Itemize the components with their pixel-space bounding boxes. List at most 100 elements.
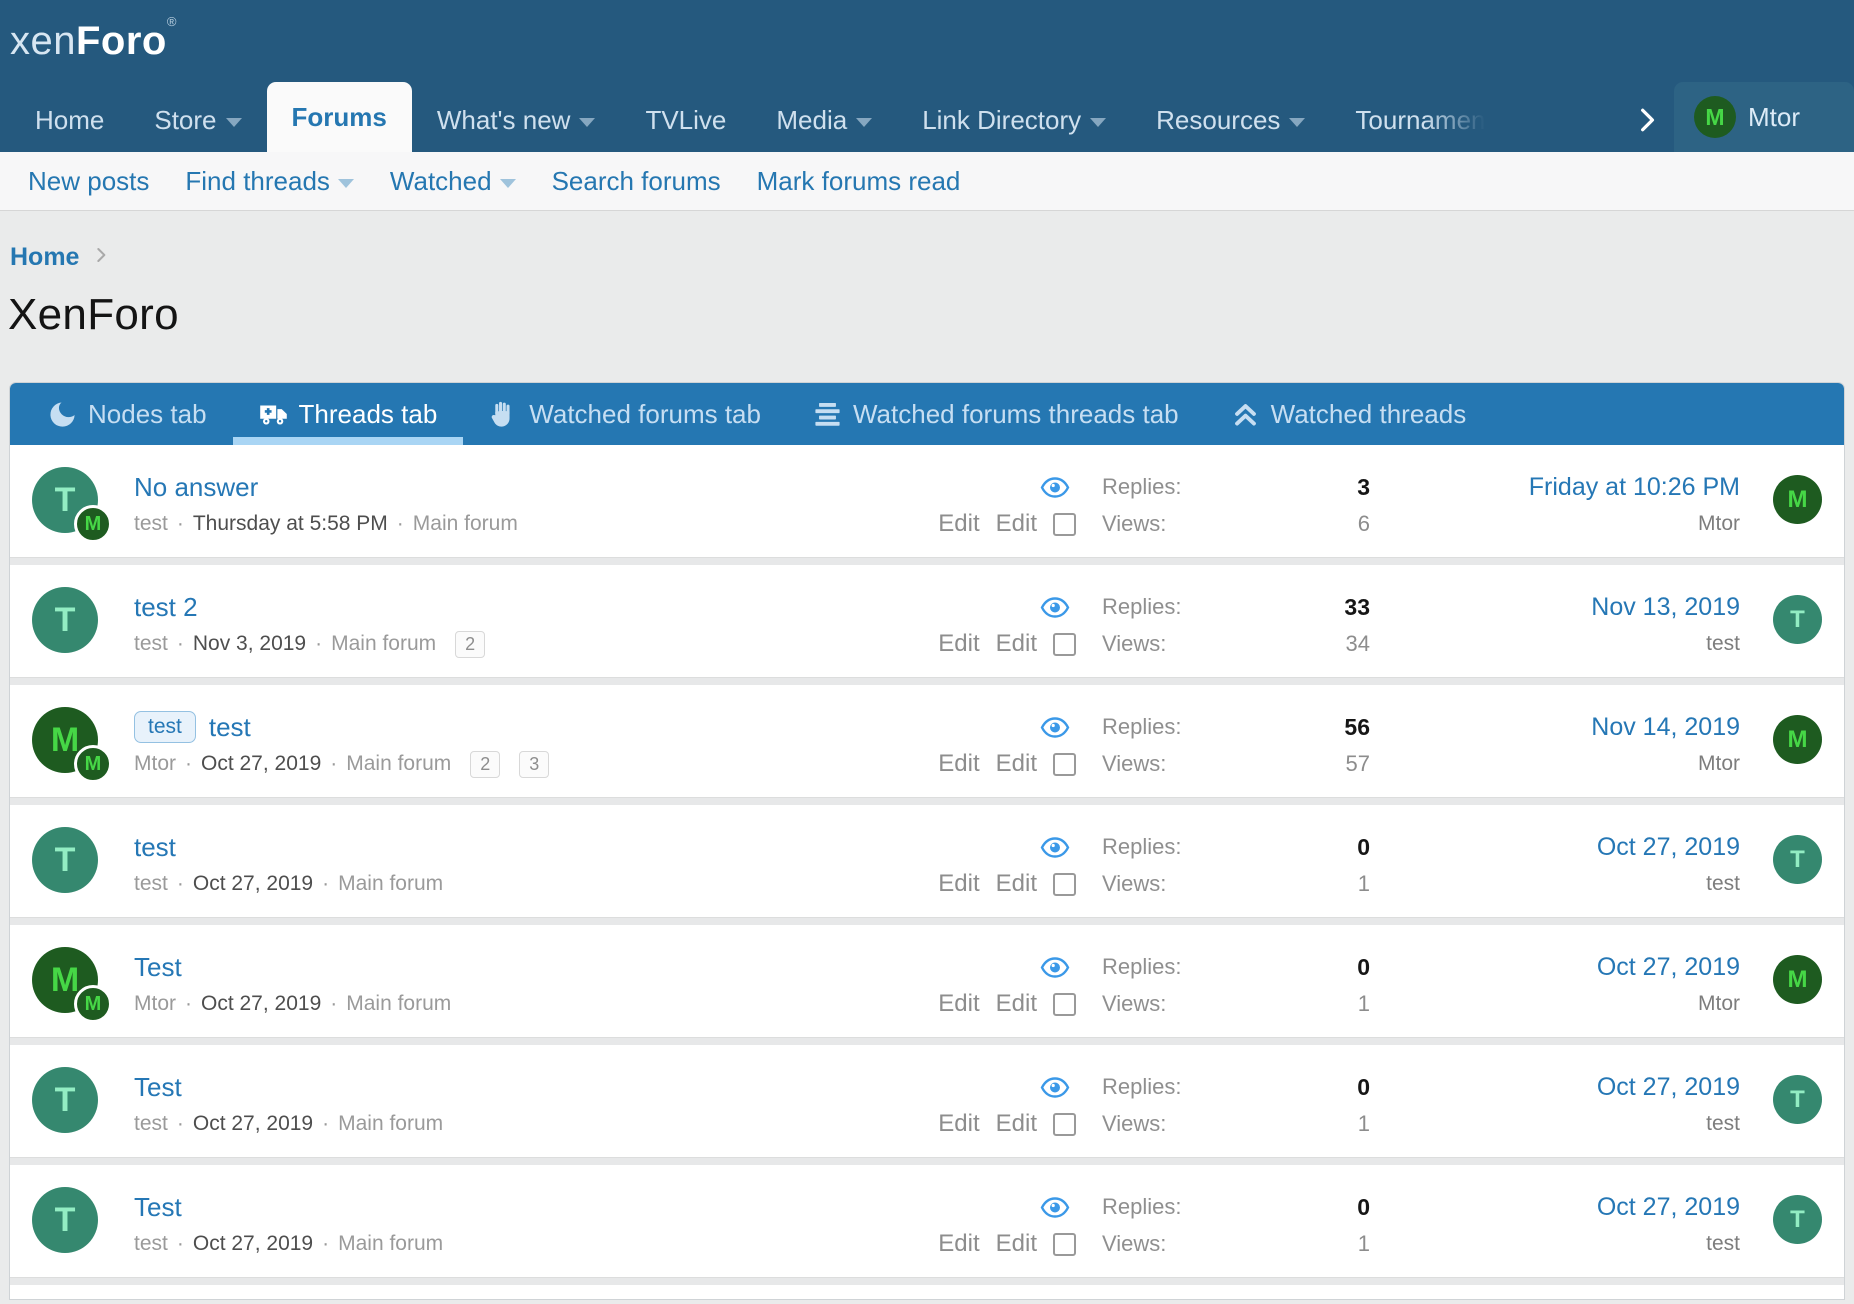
edit-link[interactable]: Edit <box>938 510 979 538</box>
subnav-item-search-forums[interactable]: Search forums <box>534 166 739 197</box>
breadcrumb-home-link[interactable]: Home <box>10 243 79 272</box>
thread-title-link[interactable]: Test <box>134 952 182 983</box>
page-number-badge[interactable]: 2 <box>455 631 485 658</box>
thread-select-checkbox[interactable] <box>1053 873 1076 896</box>
thread-select-checkbox[interactable] <box>1053 633 1076 656</box>
last-post-date-link[interactable]: Oct 27, 2019 <box>1597 1073 1740 1102</box>
last-poster-avatar[interactable]: M <box>1740 467 1822 541</box>
last-poster-avatar[interactable]: T <box>1740 1187 1822 1261</box>
thread-starter-avatar[interactable]: T <box>32 1067 134 1141</box>
thread-title-link[interactable]: test <box>209 712 251 743</box>
last-post-date-link[interactable]: Friday at 10:26 PM <box>1529 473 1740 502</box>
thread-date[interactable]: Oct 27, 2019 <box>193 872 313 896</box>
nav-item-media[interactable]: Media <box>751 88 897 152</box>
site-logo[interactable]: xenForo® <box>10 19 177 63</box>
last-post-date-link[interactable]: Nov 13, 2019 <box>1591 593 1740 622</box>
last-poster-avatar[interactable]: T <box>1740 587 1822 661</box>
last-poster-name[interactable]: Mtor <box>1698 992 1740 1016</box>
edit-link[interactable]: Edit <box>938 1230 979 1258</box>
tab-nodes-tab[interactable]: Nodes tab <box>22 383 233 445</box>
edit-link[interactable]: Edit <box>996 1230 1037 1258</box>
nav-item-tournamen[interactable]: Tournamen <box>1330 88 1485 152</box>
nav-item-tvlive[interactable]: TVLive <box>620 88 751 152</box>
edit-link[interactable]: Edit <box>938 750 979 778</box>
thread-title-link[interactable]: No answer <box>134 472 258 503</box>
nav-item-what-s-new[interactable]: What's new <box>412 88 621 152</box>
thread-prefix-badge[interactable]: test <box>134 711 196 743</box>
thread-author[interactable]: test <box>134 1112 168 1136</box>
thread-author[interactable]: test <box>134 1232 168 1256</box>
thread-title-link[interactable]: Test <box>134 1072 182 1103</box>
thread-starter-avatar[interactable]: T <box>32 827 134 901</box>
nav-item-resources[interactable]: Resources <box>1131 88 1330 152</box>
thread-starter-avatar[interactable]: MM <box>32 947 134 1021</box>
edit-link[interactable]: Edit <box>996 510 1037 538</box>
subnav-item-watched[interactable]: Watched <box>372 166 534 197</box>
thread-title-link[interactable]: test <box>134 832 176 863</box>
page-number-badge[interactable]: 2 <box>470 751 500 778</box>
last-post-date-link[interactable]: Oct 27, 2019 <box>1597 953 1740 982</box>
thread-author[interactable]: test <box>134 632 168 656</box>
thread-author[interactable]: test <box>134 512 168 536</box>
thread-date[interactable]: Thursday at 5:58 PM <box>193 512 388 536</box>
edit-link[interactable]: Edit <box>938 1110 979 1138</box>
thread-author[interactable]: Mtor <box>134 992 176 1016</box>
edit-link[interactable]: Edit <box>996 990 1037 1018</box>
thread-author[interactable]: Mtor <box>134 752 176 776</box>
tab-watched-forums-threads-tab[interactable]: Watched forums threads tab <box>787 383 1205 445</box>
thread-title-link[interactable]: test 2 <box>134 592 198 623</box>
thread-date[interactable]: Oct 27, 2019 <box>201 752 321 776</box>
subnav-item-find-threads[interactable]: Find threads <box>167 166 372 197</box>
thread-author[interactable]: test <box>134 872 168 896</box>
thread-forum[interactable]: Main forum <box>338 1112 443 1136</box>
thread-forum[interactable]: Main forum <box>338 1232 443 1256</box>
last-post-date-link[interactable]: Nov 14, 2019 <box>1591 713 1740 742</box>
thread-date[interactable]: Oct 27, 2019 <box>193 1112 313 1136</box>
thread-starter-avatar[interactable]: MM <box>32 707 134 781</box>
thread-date[interactable]: Nov 3, 2019 <box>193 632 306 656</box>
edit-link[interactable]: Edit <box>996 870 1037 898</box>
edit-link[interactable]: Edit <box>996 630 1037 658</box>
edit-link[interactable]: Edit <box>938 630 979 658</box>
last-poster-name[interactable]: Mtor <box>1698 512 1740 536</box>
last-poster-name[interactable]: test <box>1706 1232 1740 1256</box>
last-poster-avatar[interactable]: T <box>1740 827 1822 901</box>
tab-threads-tab[interactable]: Threads tab <box>233 383 464 445</box>
last-poster-name[interactable]: Mtor <box>1698 752 1740 776</box>
thread-select-checkbox[interactable] <box>1053 993 1076 1016</box>
thread-date[interactable]: Oct 27, 2019 <box>193 1232 313 1256</box>
thread-select-checkbox[interactable] <box>1053 753 1076 776</box>
tab-watched-threads[interactable]: Watched threads <box>1205 383 1493 445</box>
edit-link[interactable]: Edit <box>938 870 979 898</box>
thread-select-checkbox[interactable] <box>1053 1233 1076 1256</box>
last-poster-avatar[interactable]: T <box>1740 1067 1822 1141</box>
nav-item-home[interactable]: Home <box>10 88 129 152</box>
nav-item-store[interactable]: Store <box>129 88 266 152</box>
last-poster-avatar[interactable]: M <box>1740 947 1822 1021</box>
last-poster-avatar[interactable]: M <box>1740 707 1822 781</box>
last-poster-name[interactable]: test <box>1706 632 1740 656</box>
page-number-badge[interactable]: 3 <box>519 751 549 778</box>
thread-forum[interactable]: Main forum <box>331 632 436 656</box>
thread-select-checkbox[interactable] <box>1053 513 1076 536</box>
edit-link[interactable]: Edit <box>996 1110 1037 1138</box>
thread-title-link[interactable]: Test <box>134 1192 182 1223</box>
thread-forum[interactable]: Main forum <box>346 992 451 1016</box>
nav-item-link-directory[interactable]: Link Directory <box>897 88 1131 152</box>
edit-link[interactable]: Edit <box>996 750 1037 778</box>
last-post-date-link[interactable]: Oct 27, 2019 <box>1597 1193 1740 1222</box>
nav-scroll-right-button[interactable] <box>1620 88 1674 152</box>
thread-starter-avatar[interactable]: T <box>32 1187 134 1261</box>
thread-forum[interactable]: Main forum <box>338 872 443 896</box>
nav-item-forums[interactable]: Forums <box>267 82 412 152</box>
user-account-tab[interactable]: M Mtor <box>1674 82 1854 152</box>
subnav-item-new-posts[interactable]: New posts <box>10 166 167 197</box>
last-poster-name[interactable]: test <box>1706 1112 1740 1136</box>
thread-forum[interactable]: Main forum <box>413 512 518 536</box>
thread-starter-avatar[interactable]: TM <box>32 467 134 541</box>
thread-forum[interactable]: Main forum <box>346 752 451 776</box>
edit-link[interactable]: Edit <box>938 990 979 1018</box>
thread-date[interactable]: Oct 27, 2019 <box>201 992 321 1016</box>
last-poster-name[interactable]: test <box>1706 872 1740 896</box>
last-post-date-link[interactable]: Oct 27, 2019 <box>1597 833 1740 862</box>
